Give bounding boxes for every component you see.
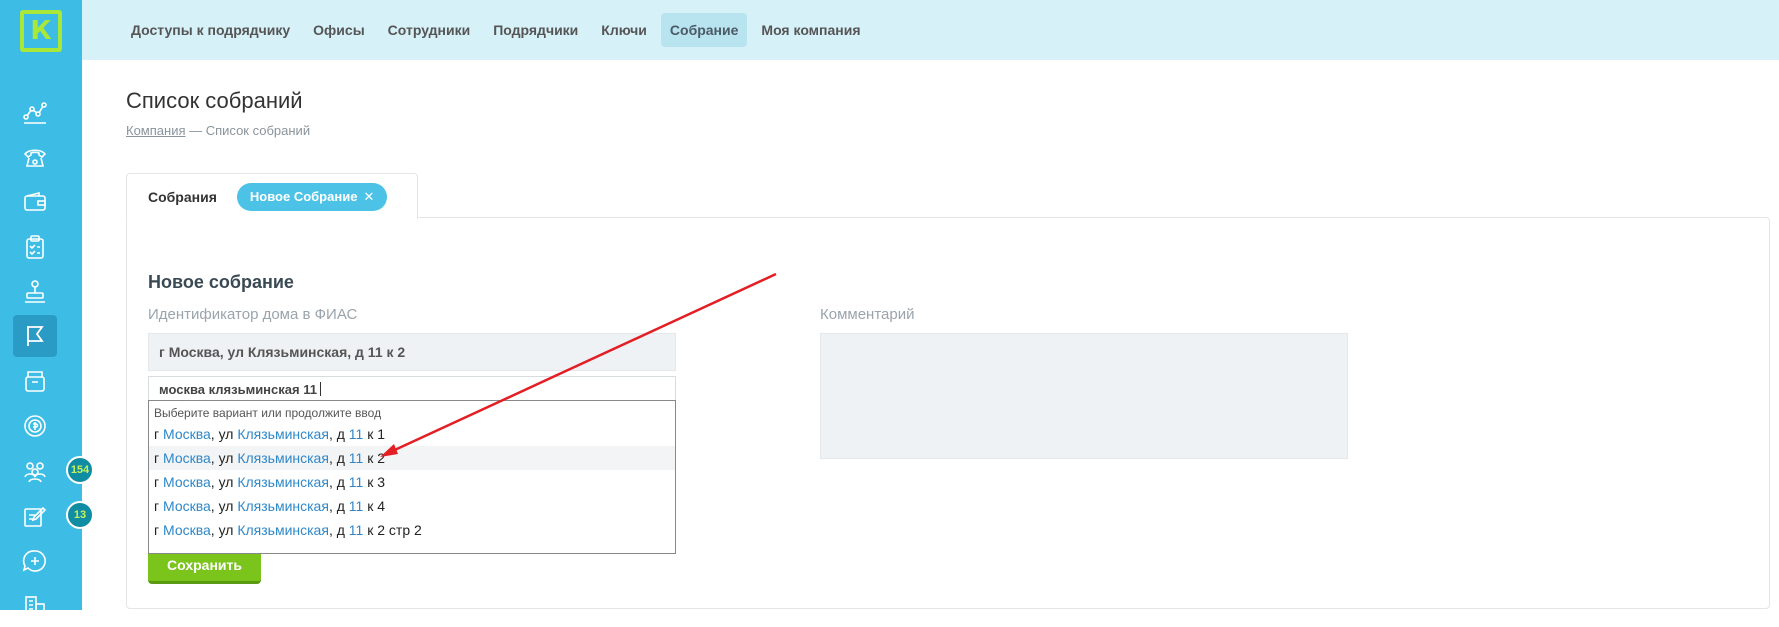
suggestion-street: Клязьминская xyxy=(237,450,329,466)
suggestion-house: 11 xyxy=(348,426,364,442)
address-search-input[interactable]: москва клязьминская 11 xyxy=(148,376,676,402)
suggestion-rest: к 2 стр 2 xyxy=(363,522,422,538)
suggestion-item-highlighted[interactable]: г Москва, ул Клязьминская, д 11 к 2 xyxy=(149,446,675,470)
nav-employees[interactable]: Сотрудники xyxy=(379,13,480,47)
tab-meetings[interactable]: Собрания xyxy=(148,189,217,205)
nav-meeting[interactable]: Собрание xyxy=(660,13,748,47)
coin-icon[interactable] xyxy=(13,405,57,447)
form-title: Новое собрание xyxy=(148,272,294,292)
edit-note-icon[interactable] xyxy=(13,495,57,537)
suggestion-city: Москва xyxy=(163,498,211,514)
logo[interactable]: К xyxy=(20,10,62,52)
users-count-badge: 154 xyxy=(66,456,94,484)
suggestion-house: 11 xyxy=(348,498,364,514)
suggestion-city: Москва xyxy=(163,474,211,490)
suggestion-city: Москва xyxy=(163,522,211,538)
nav-my-company[interactable]: Моя компания xyxy=(752,13,869,47)
suggestion-house-prefix: , д xyxy=(328,474,349,490)
suggestion-house-prefix: , д xyxy=(328,522,349,538)
tab-new-meeting-label: Новое Собрание xyxy=(249,189,358,204)
suggestion-house: 11 xyxy=(348,450,364,466)
archive-box-icon[interactable] xyxy=(13,360,57,402)
suggestion-house-prefix: , д xyxy=(328,426,349,442)
page-title: Список собраний xyxy=(126,88,303,113)
nav-offices[interactable]: Офисы xyxy=(304,13,374,47)
breadcrumb-company-link[interactable]: Компания xyxy=(126,123,186,138)
breadcrumb-current: Список собраний xyxy=(205,123,311,138)
suggestion-rest: к 4 xyxy=(363,498,386,514)
breadcrumb-separator: — xyxy=(185,123,206,138)
suggestion-item[interactable]: г Москва, ул Клязьминская, д 11 к 2 стр … xyxy=(149,518,675,542)
fias-field[interactable]: г Москва, ул Клязьминская, д 11 к 2 xyxy=(148,333,676,371)
suggestions-hint: Выберите вариант или продолжите ввод xyxy=(154,406,382,420)
close-icon[interactable]: ✕ xyxy=(363,189,374,205)
suggestion-street-prefix: , ул xyxy=(210,474,238,490)
address-search-value: москва клязьминская 11 xyxy=(159,381,317,397)
suggestion-prefix: г xyxy=(154,450,163,466)
suggestion-street: Клязьминская xyxy=(237,498,329,514)
fias-label: Идентификатор дома в ФИАС xyxy=(148,306,358,323)
chat-add-icon[interactable] xyxy=(13,540,57,582)
comment-label: Комментарий xyxy=(820,306,915,323)
suggestion-item[interactable]: г Москва, ул Клязьминская, д 11 к 1 xyxy=(149,422,675,446)
suggestion-prefix: г xyxy=(154,522,163,538)
building-icon[interactable] xyxy=(13,585,57,627)
phone-icon[interactable] xyxy=(13,136,57,178)
suggestion-house-prefix: , д xyxy=(328,450,349,466)
notes-count-badge: 13 xyxy=(66,501,94,529)
fias-field-value: г Москва, ул Клязьминская, д 11 к 2 xyxy=(159,344,406,360)
suggestion-city: Москва xyxy=(163,426,211,442)
comment-textarea[interactable] xyxy=(820,333,1348,459)
nav-contractors[interactable]: Подрядчики xyxy=(484,13,587,47)
suggestion-street-prefix: , ул xyxy=(210,426,238,442)
suggestion-street-prefix: , ул xyxy=(210,450,238,466)
suggestion-house-prefix: , д xyxy=(328,498,349,514)
breadcrumb: Компания — Список собраний xyxy=(126,123,310,138)
text-cursor xyxy=(319,382,321,396)
wallet-icon[interactable] xyxy=(13,181,57,223)
suggestion-rest: к 2 xyxy=(363,450,386,466)
suggestion-item[interactable]: г Москва, ул Клязьминская, д 11 к 3 xyxy=(149,470,675,494)
suggestion-house: 11 xyxy=(348,522,364,538)
suggestion-prefix: г xyxy=(154,474,163,490)
suggestion-rest: к 3 xyxy=(363,474,386,490)
top-navigation: Доступы к подрядчику Офисы Сотрудники По… xyxy=(82,0,1779,60)
nav-keys[interactable]: Ключи xyxy=(592,13,656,47)
sidebar: К 154 13 xyxy=(0,0,94,618)
clipboard-check-icon[interactable] xyxy=(13,226,57,268)
suggestion-street: Клязьминская xyxy=(237,474,329,490)
tabs-bar: Собрания Новое Собрание ✕ xyxy=(126,173,418,219)
suggestion-rest: к 1 xyxy=(363,426,386,442)
flag-icon[interactable] xyxy=(13,315,57,357)
nav-contractor-access[interactable]: Доступы к подрядчику xyxy=(122,13,299,47)
analytics-icon[interactable] xyxy=(13,91,57,133)
suggestion-street-prefix: , ул xyxy=(210,498,238,514)
suggestion-street-prefix: , ул xyxy=(210,522,238,538)
save-button[interactable]: Сохранить xyxy=(148,549,261,584)
stamp-icon[interactable] xyxy=(13,271,57,313)
logo-letter: К xyxy=(30,16,52,46)
suggestion-city: Москва xyxy=(163,450,211,466)
address-suggestions-dropdown: Выберите вариант или продолжите ввод г М… xyxy=(148,400,676,554)
suggestion-house: 11 xyxy=(348,474,364,490)
suggestion-street: Клязьминская xyxy=(237,522,329,538)
users-icon[interactable] xyxy=(13,450,57,492)
suggestion-street: Клязьминская xyxy=(237,426,329,442)
suggestion-prefix: г xyxy=(154,498,163,514)
suggestion-item[interactable]: г Москва, ул Клязьминская, д 11 к 4 xyxy=(149,494,675,518)
suggestion-prefix: г xyxy=(154,426,163,442)
tab-new-meeting[interactable]: Новое Собрание ✕ xyxy=(236,182,388,211)
